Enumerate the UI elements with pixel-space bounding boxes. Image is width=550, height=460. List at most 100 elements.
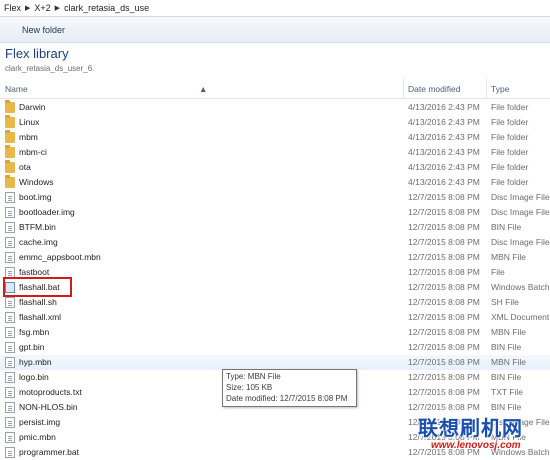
file-date: 4/13/2016 2:43 PM xyxy=(408,102,480,112)
file-row[interactable]: flashall.xml 12/7/2015 8:08 PM XML Documen… xyxy=(0,310,550,325)
file-date: 12/7/2015 8:08 PM xyxy=(408,327,480,337)
file-name: mbm-ci xyxy=(19,147,47,157)
file-date: 12/7/2015 8:08 PM xyxy=(408,192,480,202)
folder-icon xyxy=(5,115,15,128)
file-icon xyxy=(5,327,15,338)
chevron-right-icon: ▶ xyxy=(54,5,61,12)
file-icon xyxy=(5,222,15,233)
file-type: BIN File xyxy=(491,342,522,352)
file-type: MBN File xyxy=(491,357,526,367)
highlight-box xyxy=(3,277,72,297)
file-name: BTFM.bin xyxy=(19,222,56,232)
file-name: flashall.xml xyxy=(19,312,62,322)
folder-icon xyxy=(5,130,15,143)
column-divider[interactable] xyxy=(486,79,487,98)
file-name: Darwin xyxy=(19,102,46,112)
watermark-logo: 联想刷机网 xyxy=(418,416,523,440)
breadcrumb-flex[interactable]: Flex xyxy=(4,3,21,13)
column-header-type[interactable]: Type xyxy=(491,84,509,94)
file-row[interactable]: fastboot 12/7/2015 8:08 PM File xyxy=(0,265,550,280)
file-name: bootloader.img xyxy=(19,207,75,217)
file-date: 4/13/2016 2:43 PM xyxy=(408,147,480,157)
file-row[interactable]: bootloader.img 12/7/2015 8:08 PM Disc Imag… xyxy=(0,205,550,220)
file-name: ota xyxy=(19,162,31,172)
file-row[interactable]: boot.img 12/7/2015 8:08 PM Disc Image File xyxy=(0,190,550,205)
file-row[interactable]: hyp.mbn 12/7/2015 8:08 PM MBN File xyxy=(0,355,550,370)
file-date: 12/7/2015 8:08 PM xyxy=(408,342,480,352)
file-row[interactable]: emmc_appsboot.mbn 12/7/2015 8:08 PM MBN Fi… xyxy=(0,250,550,265)
column-header-row: ▲ Name Date modified Type xyxy=(0,79,550,99)
file-name: Linux xyxy=(19,117,40,127)
file-icon xyxy=(5,357,15,368)
file-icon xyxy=(5,447,15,458)
file-name: Windows xyxy=(19,177,54,187)
file-name: hyp.mbn xyxy=(19,357,52,367)
file-date: 12/7/2015 8:08 PM xyxy=(408,252,480,262)
file-row[interactable]: ota 4/13/2016 2:43 PM File folder xyxy=(0,160,550,175)
chevron-right-icon: ▶ xyxy=(25,5,31,12)
column-header-date[interactable]: Date modified xyxy=(408,84,460,94)
file-type: XML Document xyxy=(491,312,550,322)
file-date: 4/13/2016 2:43 PM xyxy=(408,132,480,142)
library-subtitle[interactable]: clark_retasia_ds_user_6. xyxy=(5,64,94,73)
file-icon xyxy=(5,207,15,218)
file-type: TXT File xyxy=(491,387,523,397)
file-date: 12/7/2015 8:08 PM xyxy=(408,282,480,292)
file-date: 12/7/2015 8:08 PM xyxy=(408,237,480,247)
file-row[interactable]: Windows 4/13/2016 2:43 PM File folder xyxy=(0,175,550,190)
file-row[interactable]: mbm-ci 4/13/2016 2:43 PM File folder xyxy=(0,145,550,160)
file-row[interactable]: gpt.bin 12/7/2015 8:08 PM BIN File xyxy=(0,340,550,355)
file-date: 4/13/2016 2:43 PM xyxy=(408,162,480,172)
library-header: Flex library clark_retasia_ds_user_6. xyxy=(0,43,550,77)
file-name: pmic.mbn xyxy=(19,432,56,442)
file-row[interactable]: Darwin 4/13/2016 2:43 PM File folder xyxy=(0,100,550,115)
file-row[interactable]: fsg.mbn 12/7/2015 8:08 PM MBN File xyxy=(0,325,550,340)
command-bar: New folder xyxy=(0,17,550,43)
file-icon xyxy=(5,432,15,443)
breadcrumb-folder[interactable]: clark_retasia_ds_use xyxy=(64,3,149,13)
breadcrumb-x2[interactable]: X+2 xyxy=(34,3,50,13)
new-folder-button[interactable]: New folder xyxy=(22,25,65,35)
file-row[interactable]: Linux 4/13/2016 2:43 PM File folder xyxy=(0,115,550,130)
column-header-name[interactable]: Name xyxy=(5,84,28,94)
file-name: gpt.bin xyxy=(19,342,45,352)
file-name: cache.img xyxy=(19,237,58,247)
column-divider[interactable] xyxy=(403,79,404,98)
file-row[interactable]: mbm 4/13/2016 2:43 PM File folder xyxy=(0,130,550,145)
watermark-url: www.lenovosj.com xyxy=(431,440,521,451)
file-icon xyxy=(5,417,15,428)
file-icon xyxy=(5,342,15,353)
file-type: SH File xyxy=(491,297,519,307)
file-name: motoproducts.txt xyxy=(19,387,82,397)
file-type: Windows Batch xyxy=(491,282,550,292)
file-type: File folder xyxy=(491,102,529,112)
file-type: BIN File xyxy=(491,222,522,232)
file-icon xyxy=(5,372,15,383)
file-row[interactable]: flashall.sh 12/7/2015 8:08 PM SH File xyxy=(0,295,550,310)
tooltip-size: Size: 105 KB xyxy=(226,383,273,392)
library-title: Flex library xyxy=(5,46,69,61)
file-date: 12/7/2015 8:08 PM xyxy=(408,312,480,322)
file-type: Disc Image File xyxy=(491,192,550,202)
file-row[interactable]: flashall.bat 12/7/2015 8:08 PM Windows Bat… xyxy=(0,277,550,297)
file-type: File folder xyxy=(491,147,529,157)
file-name: mbm xyxy=(19,132,38,142)
file-type: File folder xyxy=(491,117,529,127)
address-bar[interactable]: Flex ▶ X+2 ▶ clark_retasia_ds_use xyxy=(0,0,550,17)
file-type: MBN File xyxy=(491,327,526,337)
file-date: 4/13/2016 2:43 PM xyxy=(408,117,480,127)
file-date: 12/7/2015 8:08 PM xyxy=(408,222,480,232)
file-type: Disc Image File xyxy=(491,237,550,247)
file-row[interactable]: cache.img 12/7/2015 8:08 PM Disc Image Fil… xyxy=(0,235,550,250)
file-name: emmc_appsboot.mbn xyxy=(19,252,101,262)
file-row[interactable]: BTFM.bin 12/7/2015 8:08 PM BIN File xyxy=(0,220,550,235)
file-date: 12/7/2015 8:08 PM xyxy=(408,387,480,397)
file-name: fastboot xyxy=(19,267,50,277)
file-icon xyxy=(5,252,15,263)
file-name: NON-HLOS.bin xyxy=(19,402,78,412)
file-name: logo.bin xyxy=(19,372,49,382)
file-type: MBN File xyxy=(491,252,526,262)
folder-icon xyxy=(5,100,15,113)
sort-arrow-icon: ▲ xyxy=(199,84,208,94)
file-date: 12/7/2015 8:08 PM xyxy=(408,372,480,382)
